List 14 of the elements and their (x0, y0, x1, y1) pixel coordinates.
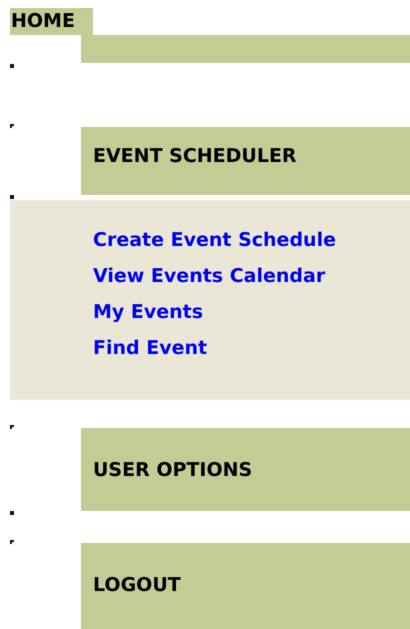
menu-link[interactable]: View Events Calendar (93, 258, 326, 294)
menu-link[interactable]: Create Event Schedule (93, 222, 336, 258)
menu-link[interactable]: Find Event (93, 330, 208, 366)
bullet-icon (10, 195, 14, 199)
menu-heading[interactable]: EVENT SCHEDULER (93, 144, 398, 168)
bullet-icon (10, 425, 14, 429)
bullet-icon (10, 64, 14, 68)
menu-heading[interactable]: USER OPTIONS (93, 458, 398, 482)
menu-heading[interactable]: LOGOUT (93, 573, 398, 597)
menu-link[interactable]: My Events (93, 294, 204, 330)
bullet-icon (10, 540, 14, 544)
home-link[interactable]: HOME (10, 8, 93, 35)
bullet-icon (10, 511, 14, 515)
bullet-icon (10, 124, 14, 128)
